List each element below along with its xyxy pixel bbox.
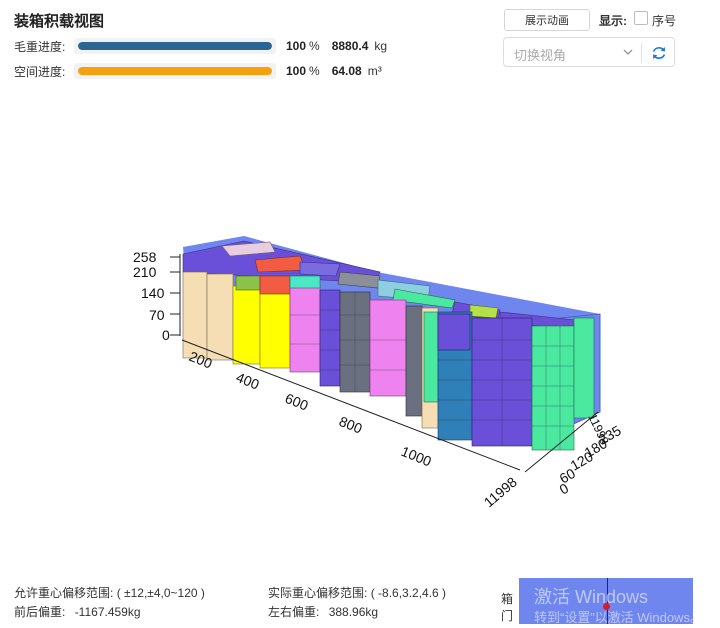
activation-watermark-text: 转到“设置”以激活 Windows。 bbox=[534, 610, 704, 625]
x-tick-label: 11998 bbox=[481, 474, 520, 511]
cargo-green-block bbox=[531, 325, 575, 451]
door-label-bottom: 门 bbox=[501, 609, 514, 623]
left-right-label: 左右偏重: bbox=[268, 605, 320, 619]
activation-watermark-title: 激活 Windows bbox=[534, 587, 649, 607]
actual-cg-row: 实际重心偏移范围: ( -8.6,3.2,4.6 ) bbox=[268, 584, 446, 601]
actual-cg-value: ( -8.6,3.2,4.6 ) bbox=[370, 586, 447, 600]
actual-cg-label: 实际重心偏移范围: bbox=[268, 586, 368, 600]
x-tick-label: 400 bbox=[234, 369, 262, 393]
y-tick-label: 70 bbox=[149, 307, 165, 323]
cargo-yellow-1 bbox=[232, 285, 261, 365]
cargo-pink-1 bbox=[289, 285, 321, 373]
front-back-value: -1167.459kg bbox=[74, 605, 141, 619]
front-back-row: 前后偏重: -1167.459kg bbox=[14, 603, 141, 620]
y-tick-label: 258 bbox=[133, 249, 157, 265]
allowed-cg-label: 允许重心偏移范围: bbox=[14, 586, 114, 600]
cargo-purple-col bbox=[319, 289, 341, 387]
cargo-pink-2 bbox=[369, 299, 407, 397]
front-back-label: 前后偏重: bbox=[14, 605, 66, 619]
container-3d-view[interactable]: 258 210 140 70 0 200 400 600 800 1000 11… bbox=[0, 0, 720, 628]
y-tick-label: 140 bbox=[141, 285, 165, 301]
y-tick-label: 0 bbox=[162, 327, 170, 343]
allowed-cg-row: 允许重心偏移范围: ( ±12,±4,0~120 ) bbox=[14, 584, 205, 601]
x-tick-label: 1000 bbox=[399, 443, 434, 470]
cargo-yellow-2 bbox=[259, 289, 291, 369]
packing-view-page: 装箱积载视图 毛重进度: 100 % 8880.4 kg 空间进度: 100 %… bbox=[0, 0, 720, 628]
y-tick-label: 210 bbox=[133, 264, 157, 280]
x-tick-label: 800 bbox=[337, 413, 365, 437]
left-right-value: 388.96kg bbox=[328, 605, 379, 619]
allowed-cg-value: ( ±12,±4,0~120 ) bbox=[116, 586, 205, 600]
door-label-top: 箱 bbox=[501, 592, 514, 606]
left-right-row: 左右偏重: 388.96kg bbox=[268, 603, 378, 620]
x-tick-label: 600 bbox=[283, 390, 311, 414]
cargo-cream-2 bbox=[206, 273, 234, 361]
